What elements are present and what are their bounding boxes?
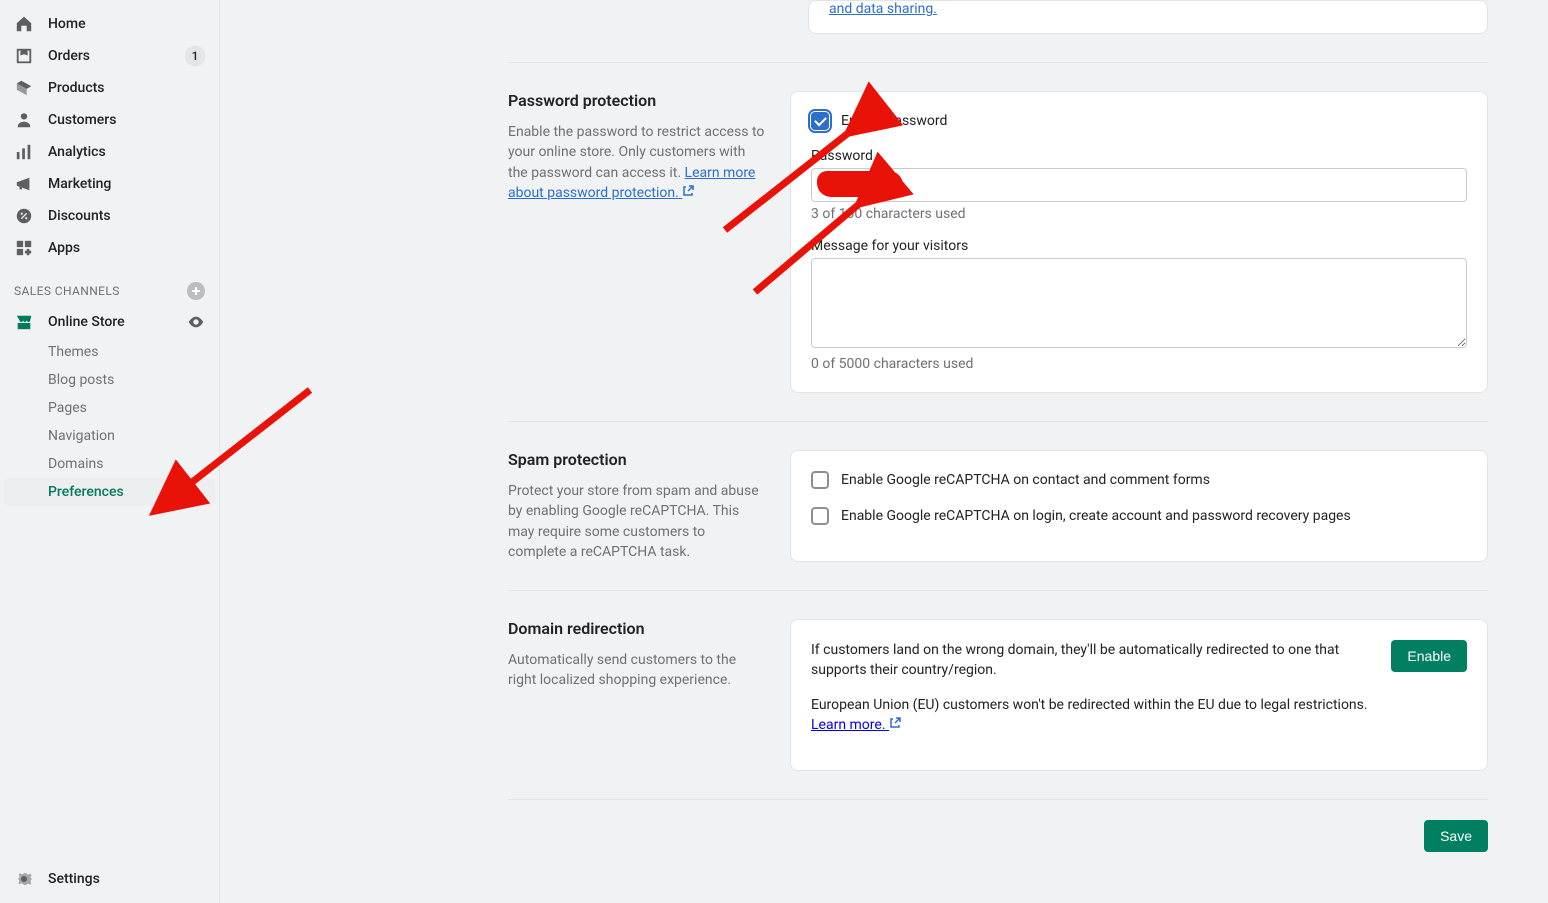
sidebar-subitem-label: Blog posts <box>48 372 205 388</box>
sidebar-item-customers[interactable]: Customers <box>0 104 219 136</box>
sidebar-item-label: Products <box>48 80 205 96</box>
sidebar-item-label: Online Store <box>48 314 187 330</box>
sidebar-item-online-store[interactable]: Online Store <box>0 306 219 338</box>
sidebar-subitem-label: Themes <box>48 344 205 360</box>
section-spam-protection: Spam protection Protect your store from … <box>508 421 1488 562</box>
customers-icon <box>14 110 34 130</box>
sidebar-item-marketing[interactable]: Marketing <box>0 168 219 200</box>
sidebar-item-label: Settings <box>48 871 205 887</box>
sidebar-item-label: Customers <box>48 112 205 128</box>
sidebar-item-label: Apps <box>48 240 205 256</box>
section-domain-redirection: Domain redirection Automatically send cu… <box>508 590 1488 770</box>
sidebar-subitem-label: Pages <box>48 400 205 416</box>
products-icon <box>14 78 34 98</box>
sidebar-item-settings[interactable]: Settings <box>0 863 219 895</box>
data-sharing-card-tail: and data sharing. <box>808 0 1488 34</box>
page-footer-actions: Save <box>508 799 1488 852</box>
sales-channels-label: SALES CHANNELS <box>14 284 120 298</box>
password-input[interactable] <box>811 168 1467 202</box>
sidebar-item-home[interactable]: Home <box>0 8 219 40</box>
sidebar-item-label: Discounts <box>48 208 205 224</box>
section-title: Spam protection <box>508 450 766 469</box>
recaptcha-contact-label: Enable Google reCAPTCHA on contact and c… <box>841 472 1210 488</box>
section-description: Automatically send customers to the righ… <box>508 650 766 691</box>
data-sharing-link[interactable]: and data sharing. <box>829 1 937 17</box>
sidebar-item-orders[interactable]: Orders 1 <box>0 40 219 72</box>
sidebar-item-label: Orders <box>48 48 185 64</box>
online-store-submenu: Themes Blog posts Pages Navigation Domai… <box>0 338 219 506</box>
enable-password-checkbox[interactable] <box>811 112 829 130</box>
discounts-icon <box>14 206 34 226</box>
visitor-message-char-counter: 0 of 5000 characters used <box>811 356 1467 372</box>
section-title: Password protection <box>508 91 766 110</box>
orders-icon <box>14 46 34 66</box>
enable-password-label: Enable password <box>841 113 947 129</box>
password-field-label: Password <box>811 148 1467 164</box>
external-link-icon <box>682 183 694 203</box>
sidebar-subitem-themes[interactable]: Themes <box>0 338 219 366</box>
sidebar-subitem-navigation[interactable]: Navigation <box>0 422 219 450</box>
sidebar: Home Orders 1 Products Customers Analyti… <box>0 0 220 903</box>
visitor-message-label: Message for your visitors <box>811 238 1467 254</box>
sidebar-subitem-domains[interactable]: Domains <box>0 450 219 478</box>
sidebar-subitem-preferences[interactable]: Preferences <box>4 478 215 506</box>
analytics-icon <box>14 142 34 162</box>
orders-badge: 1 <box>185 46 205 66</box>
sidebar-item-label: Home <box>48 16 205 32</box>
section-description: Protect your store from spam and abuse b… <box>508 481 766 562</box>
home-icon <box>14 14 34 34</box>
gear-icon <box>14 869 34 889</box>
sidebar-item-label: Marketing <box>48 176 205 192</box>
recaptcha-login-checkbox[interactable] <box>811 507 829 525</box>
section-password-protection: Password protection Enable the password … <box>508 62 1488 393</box>
sidebar-subitem-label: Navigation <box>48 428 205 444</box>
domain-card: If customers land on the wrong domain, t… <box>790 619 1488 770</box>
sidebar-subitem-label: Preferences <box>48 484 201 500</box>
visitor-message-input[interactable] <box>811 258 1467 348</box>
recaptcha-contact-checkbox[interactable] <box>811 471 829 489</box>
main-content: and data sharing. Password protection En… <box>220 0 1548 903</box>
sidebar-item-label: Analytics <box>48 144 205 160</box>
password-char-counter: 3 of 100 characters used <box>811 206 1467 222</box>
domain-redirect-info-1: If customers land on the wrong domain, t… <box>811 640 1371 681</box>
section-description: Enable the password to restrict access t… <box>508 122 766 203</box>
sales-channels-heading: SALES CHANNELS <box>0 264 219 306</box>
add-channel-icon[interactable] <box>187 282 205 300</box>
sidebar-item-apps[interactable]: Apps <box>0 232 219 264</box>
spam-card: Enable Google reCAPTCHA on contact and c… <box>790 450 1488 562</box>
sidebar-item-discounts[interactable]: Discounts <box>0 200 219 232</box>
domain-redirect-info-2: European Union (EU) customers won't be r… <box>811 695 1371 736</box>
enable-domain-button[interactable]: Enable <box>1391 640 1467 672</box>
section-title: Domain redirection <box>508 619 766 638</box>
save-button[interactable]: Save <box>1424 820 1488 852</box>
sidebar-item-products[interactable]: Products <box>0 72 219 104</box>
sidebar-subitem-pages[interactable]: Pages <box>0 394 219 422</box>
sidebar-item-analytics[interactable]: Analytics <box>0 136 219 168</box>
sidebar-subitem-blog-posts[interactable]: Blog posts <box>0 366 219 394</box>
password-card: Enable password Password 3 of 100 charac… <box>790 91 1488 393</box>
apps-icon <box>14 238 34 258</box>
marketing-icon <box>14 174 34 194</box>
learn-more-domain-link[interactable]: Learn more. <box>811 717 901 733</box>
sidebar-subitem-label: Domains <box>48 456 205 472</box>
view-store-icon[interactable] <box>187 313 205 331</box>
recaptcha-login-label: Enable Google reCAPTCHA on login, create… <box>841 508 1351 524</box>
external-link-icon <box>889 715 901 735</box>
store-icon <box>14 312 34 332</box>
